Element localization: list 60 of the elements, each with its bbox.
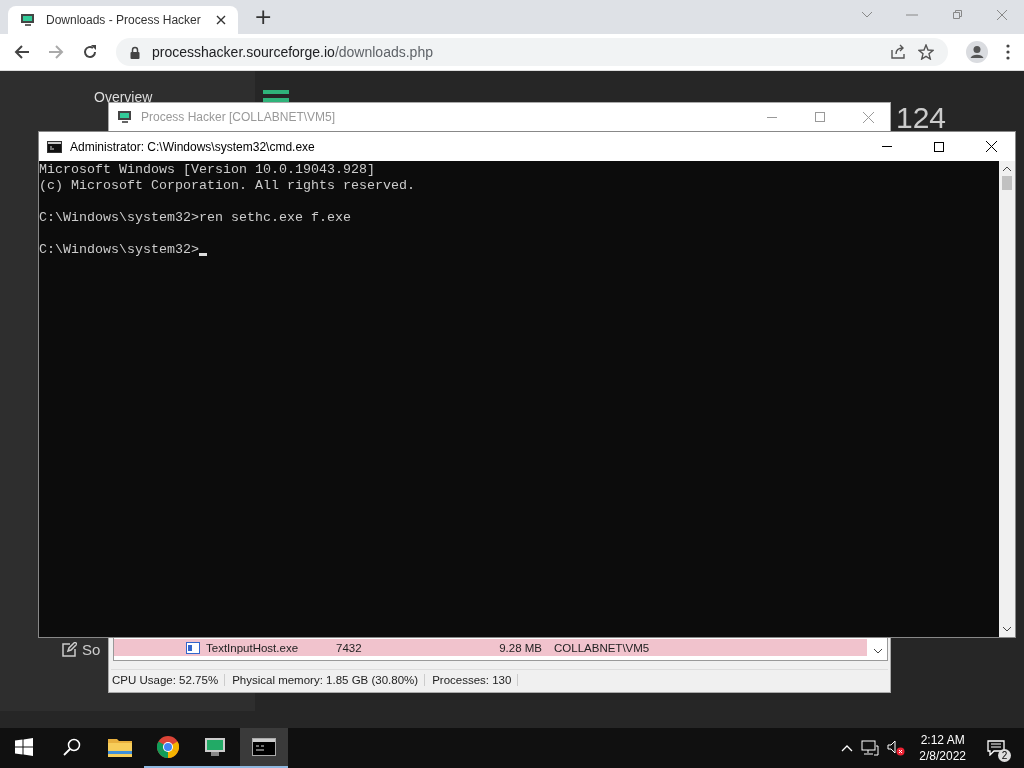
- side-link-text[interactable]: So: [82, 641, 101, 658]
- edit-icon: [62, 642, 77, 657]
- process-memory: 9.28 MB: [498, 641, 542, 654]
- console-line: C:\Windows\system32>ren sethc.exe f.exe: [39, 210, 351, 226]
- notification-button[interactable]: 2: [976, 728, 1016, 768]
- chevron-up-icon[interactable]: [841, 744, 854, 752]
- scroll-down-icon[interactable]: [1003, 627, 1011, 632]
- date-text: 2/8/2022: [919, 748, 966, 764]
- close-icon[interactable]: [986, 141, 997, 152]
- star-icon[interactable]: [918, 44, 934, 60]
- scroll-up-icon[interactable]: [1003, 166, 1011, 171]
- status-text: Processes: 130: [431, 674, 519, 686]
- scroll-down-icon[interactable]: [874, 649, 882, 654]
- window-title: Process Hacker [COLLABNET\VM5]: [141, 110, 336, 124]
- console-line: Microsoft Windows [Version 10.0.19043.928]: [39, 162, 375, 178]
- console-line: C:\Windows\system32>: [39, 242, 199, 258]
- chrome-icon: [157, 736, 179, 758]
- console-line: (c) Microsoft Corporation. All rights reserved.: [39, 178, 415, 194]
- process-name: TextInputHost.exe: [206, 641, 300, 654]
- network-icon[interactable]: [861, 740, 880, 756]
- back-icon[interactable]: [14, 44, 30, 60]
- scrollbar[interactable]: [999, 161, 1015, 637]
- status-text: Physical memory: 1.85 GB (30.80%): [231, 674, 426, 686]
- speaker-muted-icon[interactable]: [887, 740, 906, 756]
- search-icon: [63, 738, 81, 756]
- notification-badge: 2: [998, 749, 1011, 762]
- scroll-thumb[interactable]: [1002, 176, 1012, 190]
- share-icon[interactable]: [890, 44, 906, 60]
- new-tab-button[interactable]: +: [250, 6, 277, 28]
- close-icon[interactable]: [216, 15, 226, 25]
- page-heading: 124: [896, 103, 947, 133]
- restore-icon[interactable]: [951, 9, 963, 21]
- process-row[interactable]: TextInputHost.exe 7432 9.28 MB COLLABNET\VM5: [114, 639, 867, 656]
- window-icon: [186, 641, 200, 654]
- nav-link[interactable]: Overview: [94, 89, 153, 105]
- maximize-icon[interactable]: [934, 141, 944, 152]
- side-link[interactable]: So: [62, 641, 101, 658]
- windows-logo-icon: [15, 738, 33, 756]
- browser-tab[interactable]: Downloads - Process Hacker: [8, 6, 238, 34]
- taskbar-button[interactable]: [240, 728, 288, 768]
- minimize-icon[interactable]: [767, 116, 777, 118]
- status-text: CPU Usage: 52.75%: [111, 674, 226, 686]
- process-user: COLLABNET\VM5: [554, 641, 650, 654]
- monitor-icon: [204, 736, 228, 758]
- monitor-icon: [117, 109, 133, 125]
- time-text: 2:12 AM: [920, 732, 965, 748]
- console-icon: [47, 140, 62, 153]
- monitor-icon: [20, 12, 36, 28]
- profile-icon[interactable]: [966, 41, 988, 63]
- address-field[interactable]: processhacker.sourceforge.io/downloads.php: [116, 38, 948, 66]
- reload-icon[interactable]: [82, 44, 98, 60]
- process-id: 7432: [336, 641, 363, 654]
- window-title: Administrator: C:\Windows\system32\cmd.exe: [70, 139, 315, 154]
- chevron-down-icon[interactable]: [861, 11, 873, 19]
- clock[interactable]: 2:12 AM 2/8/2022: [909, 728, 976, 768]
- folder-icon: [108, 737, 132, 757]
- menu-icon[interactable]: [263, 90, 289, 102]
- console-icon: [252, 738, 276, 756]
- more-icon[interactable]: [1006, 44, 1010, 60]
- lock-icon: [130, 45, 140, 59]
